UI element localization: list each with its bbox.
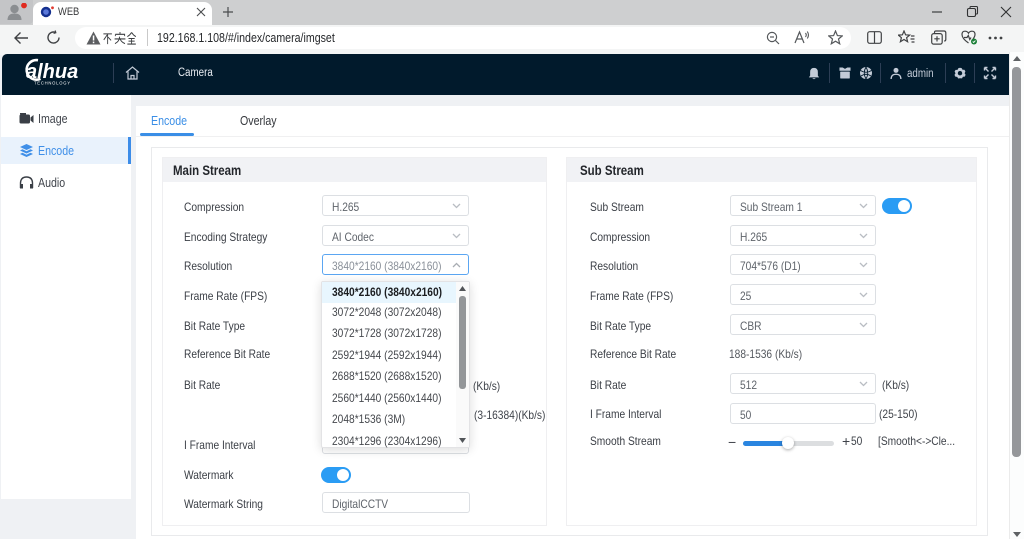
svg-text:TECHNOLOGY: TECHNOLOGY xyxy=(34,81,71,86)
